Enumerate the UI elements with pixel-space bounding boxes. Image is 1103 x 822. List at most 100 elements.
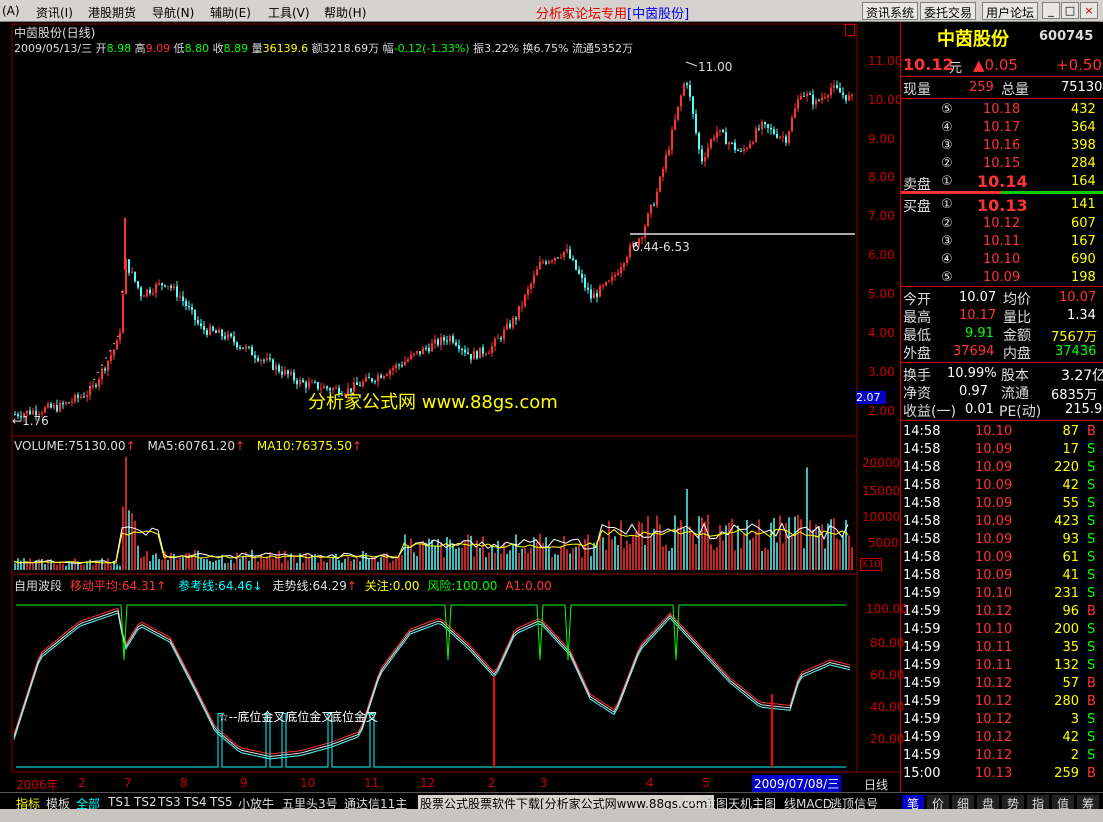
sell-vol: 284 — [1071, 156, 1096, 171]
candle-body — [407, 359, 409, 362]
candle-body — [410, 354, 412, 360]
horizontal-scrollbar[interactable] — [0, 809, 1103, 822]
tick-cell: 14:59 — [903, 712, 941, 727]
buy-vol: 141 — [1071, 197, 1096, 212]
now-vol-label: 现量 — [903, 82, 931, 98]
candle-body — [737, 150, 739, 152]
menu-item-news[interactable]: 资讯(I) — [36, 4, 73, 21]
tick-cell: 3 — [1070, 712, 1079, 727]
date-axis-label: 8 — [180, 776, 188, 790]
tick-cell: 2 — [1070, 748, 1079, 763]
limit-dot — [109, 349, 111, 352]
tick-cell: 14:58 — [903, 442, 941, 457]
menu-item-assist[interactable]: 辅助(E) — [210, 4, 251, 21]
candle-body — [461, 349, 463, 351]
candle-body — [434, 339, 436, 344]
candle-body — [521, 305, 523, 307]
candle-body — [386, 374, 388, 376]
candle-body — [656, 191, 658, 206]
candle-body — [257, 358, 259, 361]
stat-value: 37694 — [953, 344, 995, 359]
chart-area[interactable]: 中茵股份(日线) 2009/05/13/三 开8.98 高9.09 低8.80 … — [0, 22, 908, 793]
tick-cell: 14:59 — [903, 748, 941, 763]
candle-body — [302, 380, 304, 383]
candle-body — [563, 251, 565, 258]
candle-body — [215, 330, 217, 334]
candle-body — [203, 326, 205, 331]
indicator-tab[interactable]: TS4 — [184, 795, 207, 809]
candle-body — [218, 329, 220, 334]
date-axis-label: 2 — [488, 776, 496, 790]
buy-price: 10.13 — [977, 196, 1028, 215]
candle-body — [416, 351, 418, 354]
indicator-tab[interactable]: DC — [684, 795, 702, 809]
candle-body — [842, 92, 844, 95]
candle-body — [722, 129, 724, 133]
candle-body — [134, 271, 136, 282]
minimize-icon[interactable]: _ — [1042, 2, 1060, 19]
indicator-tab[interactable]: TS3 — [158, 795, 181, 809]
candle-body — [44, 407, 46, 413]
candle-body — [485, 353, 487, 355]
menu-item-a[interactable]: (A) — [2, 4, 20, 18]
tick-cell: 61 — [1062, 550, 1079, 565]
tick-cell: B — [1087, 604, 1096, 619]
tick-cell: 15:00 — [903, 766, 941, 781]
candle-body — [494, 338, 496, 347]
buy-price: 10.09 — [983, 270, 1021, 285]
candle-body — [677, 106, 679, 120]
menu-item-hk-futures[interactable]: 港股期货 — [88, 4, 136, 21]
sell-vol: 398 — [1071, 138, 1096, 153]
candle-body — [566, 249, 568, 252]
period-label[interactable]: 日线 — [864, 776, 888, 793]
indicator-tab[interactable]: TS2 — [134, 795, 157, 809]
candle-body — [650, 204, 652, 214]
candle-body — [311, 381, 313, 383]
trade-button[interactable]: 委托交易 — [920, 2, 977, 20]
candle-body — [173, 286, 175, 288]
candle-body — [284, 370, 286, 375]
candle-body — [305, 382, 307, 388]
tick-cell: 231 — [1054, 586, 1079, 601]
limit-dot — [105, 357, 107, 359]
buy-vol: 198 — [1071, 270, 1096, 285]
chart-options-icon[interactable] — [845, 24, 855, 36]
candle-body — [137, 281, 139, 288]
candle-body — [827, 95, 829, 98]
indicator-tab[interactable]: TS1 — [108, 795, 131, 809]
date-axis-label: 2006年 — [16, 778, 59, 792]
tick-cell: 10.10 — [975, 622, 1013, 637]
indicator-tab[interactable]: TS5 — [210, 795, 233, 809]
tick-cell: 14:59 — [903, 622, 941, 637]
high-marker-line — [685, 61, 698, 67]
stat-value: 37436 — [1055, 344, 1097, 359]
sell-price: 10.17 — [983, 120, 1021, 135]
date-axis-label: 3 — [540, 776, 548, 790]
candle-body — [515, 317, 517, 320]
tick-cell: 14:59 — [903, 694, 941, 709]
candle-body — [665, 154, 667, 170]
candle-body — [107, 360, 109, 371]
candle-body — [584, 277, 586, 288]
news-system-button[interactable]: 资讯系统 — [862, 2, 919, 20]
forum-button[interactable]: 用户论坛 — [982, 2, 1039, 20]
tick-cell: B — [1087, 766, 1096, 781]
tick-cell: S — [1087, 640, 1096, 655]
candle-body — [470, 353, 472, 360]
tick-cell: 10.09 — [975, 514, 1013, 529]
menu-item-help[interactable]: 帮助(H) — [324, 4, 366, 21]
stat-label: 股本 — [1001, 368, 1029, 384]
close-icon[interactable]: × — [1080, 2, 1098, 19]
tick-cell: S — [1087, 712, 1096, 727]
candle-body — [617, 273, 619, 275]
maximize-icon[interactable]: □ — [1061, 2, 1079, 19]
candle-body — [77, 394, 79, 398]
candle-body — [272, 359, 274, 370]
menu-item-tools[interactable]: 工具(V) — [268, 4, 310, 21]
candle-body — [500, 337, 502, 340]
candle-body — [752, 141, 754, 144]
menu-item-navigate[interactable]: 导航(N) — [152, 4, 194, 21]
candle-body — [743, 149, 745, 151]
tick-cell: 10.12 — [975, 712, 1013, 727]
limit-dot — [121, 291, 123, 293]
